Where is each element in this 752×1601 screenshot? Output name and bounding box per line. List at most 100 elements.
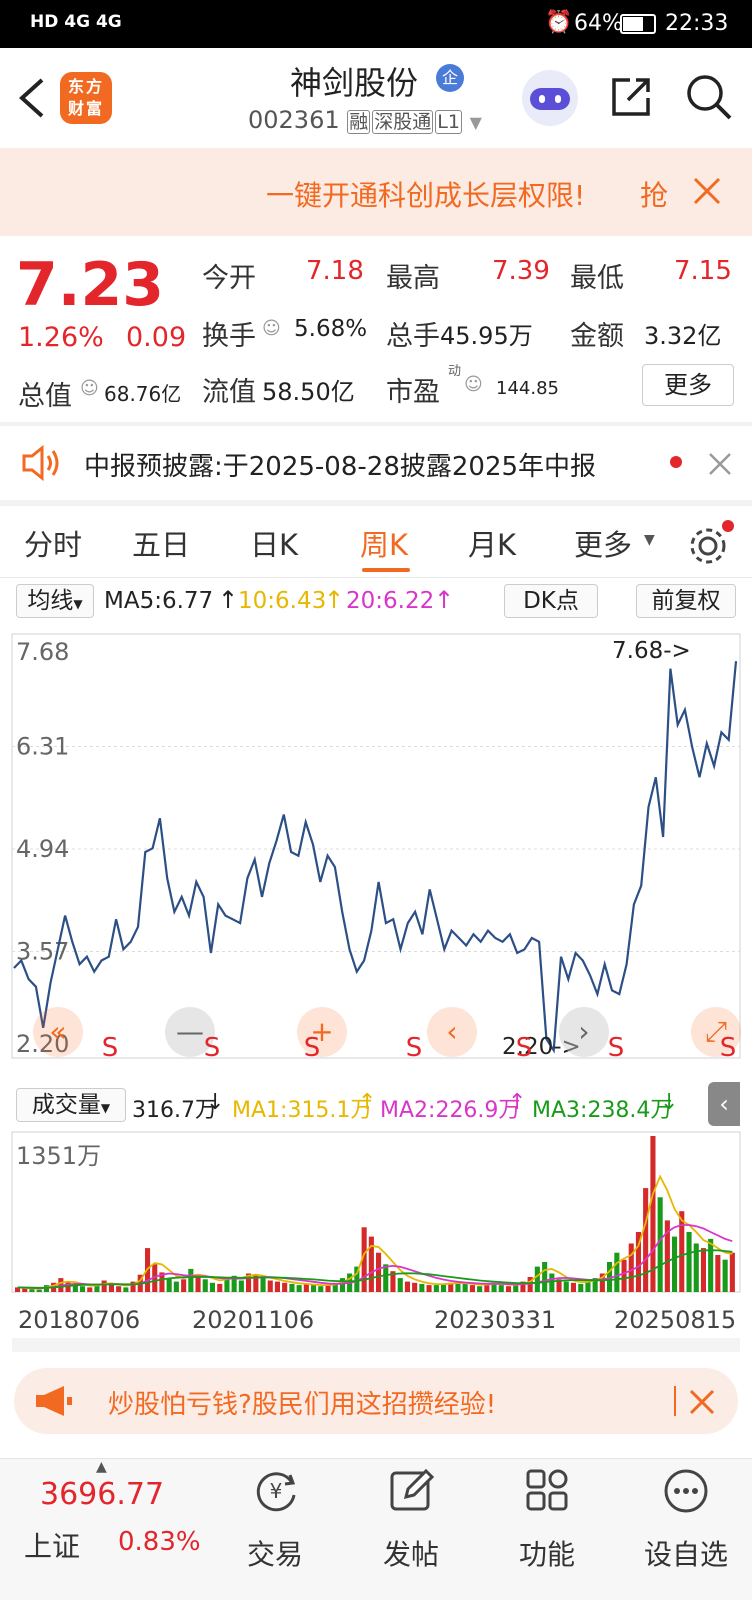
up-arrow-icon: ↑ bbox=[358, 1090, 377, 1115]
nav-add-watchlist[interactable]: 设自选 bbox=[628, 1459, 744, 1601]
close-icon[interactable] bbox=[692, 176, 722, 206]
market-cap-label: 总值 bbox=[18, 381, 72, 412]
info-icon[interactable]: ☺ bbox=[80, 378, 99, 399]
banner-cta[interactable]: 抢 bbox=[640, 174, 668, 214]
volume-bar bbox=[397, 1278, 403, 1292]
more-button[interactable]: 更多 bbox=[642, 364, 734, 406]
more-dots-icon bbox=[664, 1469, 708, 1513]
collapse-panel-button[interactable]: ‹ bbox=[708, 1082, 740, 1126]
x-tick-label: 20201106 bbox=[192, 1306, 314, 1334]
pe-label: 市盈 bbox=[386, 377, 440, 408]
info-icon[interactable]: ☺ bbox=[464, 374, 483, 395]
volume-selector-label: 成交量 bbox=[31, 1092, 101, 1118]
volume-bar bbox=[383, 1264, 389, 1292]
quote-panel: 7.23 1.26% 0.09 总值 ☺ 68.76亿 今开 7.18 最高 7… bbox=[0, 236, 752, 422]
tab-monthly-k[interactable]: 月K bbox=[468, 522, 516, 564]
settings-badge bbox=[722, 520, 734, 532]
volume-bar bbox=[563, 1281, 569, 1292]
banner-text: 一键开通科创成长层权限! bbox=[266, 179, 586, 212]
active-tab-indicator bbox=[362, 568, 410, 572]
volume-bar bbox=[614, 1252, 620, 1292]
volume-bar bbox=[469, 1285, 475, 1292]
volume-bar bbox=[173, 1281, 179, 1292]
tab-intraday[interactable]: 分时 bbox=[24, 522, 82, 564]
step-right-icon: › bbox=[578, 1015, 589, 1048]
float-cap-label: 流值 bbox=[202, 377, 256, 408]
back-arrow-icon[interactable] bbox=[16, 76, 46, 120]
volume-bar bbox=[643, 1188, 649, 1292]
volume-bar bbox=[116, 1286, 122, 1292]
chart-bottom-strip bbox=[12, 1338, 740, 1352]
tab-five-day[interactable]: 五日 bbox=[132, 522, 190, 564]
pe-value: 144.85 bbox=[496, 378, 559, 399]
kline-chart-area: 均线▼ MA5:6.77 ↑ 10:6.43 ↑ 20:6.22 ↑ DK点 前… bbox=[0, 578, 752, 1358]
volume-bar bbox=[267, 1280, 273, 1292]
close-icon[interactable] bbox=[708, 452, 732, 476]
share-icon[interactable] bbox=[608, 74, 654, 120]
battery-level: 64% bbox=[574, 11, 623, 36]
turnover-label: 换手 bbox=[202, 321, 256, 352]
y-tick-label: 3.57 bbox=[16, 938, 69, 966]
nav-add-watchlist-label: 设自选 bbox=[643, 1538, 728, 1571]
vol-ma1-readout: MA1:315.1万 bbox=[232, 1098, 373, 1123]
indicator-selector-label: 均线 bbox=[27, 588, 74, 614]
alarm-icon: ⏰ bbox=[545, 10, 573, 35]
nav-functions[interactable]: 功能 bbox=[492, 1459, 602, 1601]
info-icon[interactable]: ☺ bbox=[262, 318, 281, 339]
volume-bar bbox=[101, 1280, 107, 1292]
chart-frame bbox=[11, 633, 741, 1059]
battery-icon bbox=[620, 14, 656, 34]
sell-signal-marker: S bbox=[516, 1033, 533, 1063]
ad-banner[interactable]: 炒股怕亏钱?股民们用这招攒经验! bbox=[14, 1368, 738, 1434]
close-icon[interactable] bbox=[688, 1388, 716, 1416]
nav-post[interactable]: 发帖 bbox=[356, 1459, 466, 1601]
volume-chart[interactable]: 1351万 20180706 20201106 20230331 20250815 bbox=[0, 1126, 752, 1358]
volume-bar bbox=[498, 1285, 504, 1292]
volume-bar bbox=[657, 1197, 663, 1292]
nav-functions-label: 功能 bbox=[518, 1538, 575, 1571]
period-tabs: 分时 五日 日K 周K 月K 更多 ▼ bbox=[0, 506, 752, 578]
sell-signal-marker: S bbox=[102, 1033, 119, 1063]
market-cap-value: 68.76亿 bbox=[104, 382, 182, 406]
search-icon[interactable] bbox=[684, 72, 734, 122]
volume-bar bbox=[729, 1252, 735, 1292]
promo-banner[interactable]: 一键开通科创成长层权限! 抢 bbox=[0, 148, 752, 236]
volume-bar bbox=[339, 1278, 345, 1292]
y-tick-label: 4.94 bbox=[16, 835, 69, 863]
high-value: 7.39 bbox=[492, 256, 550, 286]
ma5-readout: MA5:6.77 bbox=[104, 588, 214, 614]
volume-indicator-selector[interactable]: 成交量▼ bbox=[16, 1088, 126, 1122]
adjust-button[interactable]: 前复权 bbox=[636, 584, 736, 618]
tab-more[interactable]: 更多 bbox=[574, 522, 632, 564]
price-chart[interactable]: 7.686.314.943.572.207.68->2.20->«—+‹›⤢SS… bbox=[0, 622, 752, 1078]
volume-bar bbox=[679, 1211, 685, 1292]
tab-weekly-k[interactable]: 周K bbox=[360, 522, 408, 564]
dk-point-button[interactable]: DK点 bbox=[504, 584, 598, 618]
high-label: 最高 bbox=[386, 263, 440, 294]
up-arrow-icon: ↑ bbox=[508, 1090, 527, 1115]
volume-bar bbox=[513, 1285, 519, 1292]
robot-assistant-icon[interactable] bbox=[522, 70, 578, 126]
earnings-notice[interactable]: 中报预披露:于2025-08-28披露2025年中报 bbox=[0, 426, 752, 500]
tab-daily-k[interactable]: 日K bbox=[250, 522, 298, 564]
stock-code-row[interactable]: 002361 融深股通 L1 ▼ bbox=[248, 106, 482, 134]
app-logo[interactable]: 东方财富 bbox=[60, 72, 112, 124]
volume-bar bbox=[188, 1268, 194, 1292]
volume-bar bbox=[700, 1248, 706, 1292]
open-value: 7.18 bbox=[306, 256, 364, 286]
nav-trade[interactable]: ¥ 交易 bbox=[220, 1459, 330, 1601]
volume-value: 45.95万 bbox=[440, 322, 533, 350]
indicator-selector[interactable]: 均线▼ bbox=[16, 584, 94, 618]
low-label: 最低 bbox=[570, 263, 624, 294]
volume-bar bbox=[570, 1282, 576, 1292]
speaker-icon bbox=[22, 444, 59, 482]
volume-bar bbox=[296, 1285, 302, 1292]
volume-bar bbox=[715, 1255, 721, 1292]
sell-signal-marker: S bbox=[608, 1033, 625, 1063]
index-ticker[interactable]: ▲ 3696.77 上证 0.83% bbox=[0, 1459, 232, 1601]
vol-ma2-readout: MA2:226.9万 bbox=[380, 1098, 521, 1123]
volume-bar bbox=[433, 1285, 439, 1292]
divider bbox=[674, 1386, 676, 1416]
up-arrow-icon: ↑ bbox=[218, 586, 239, 614]
ma10-readout: 10:6.43 bbox=[238, 588, 327, 614]
